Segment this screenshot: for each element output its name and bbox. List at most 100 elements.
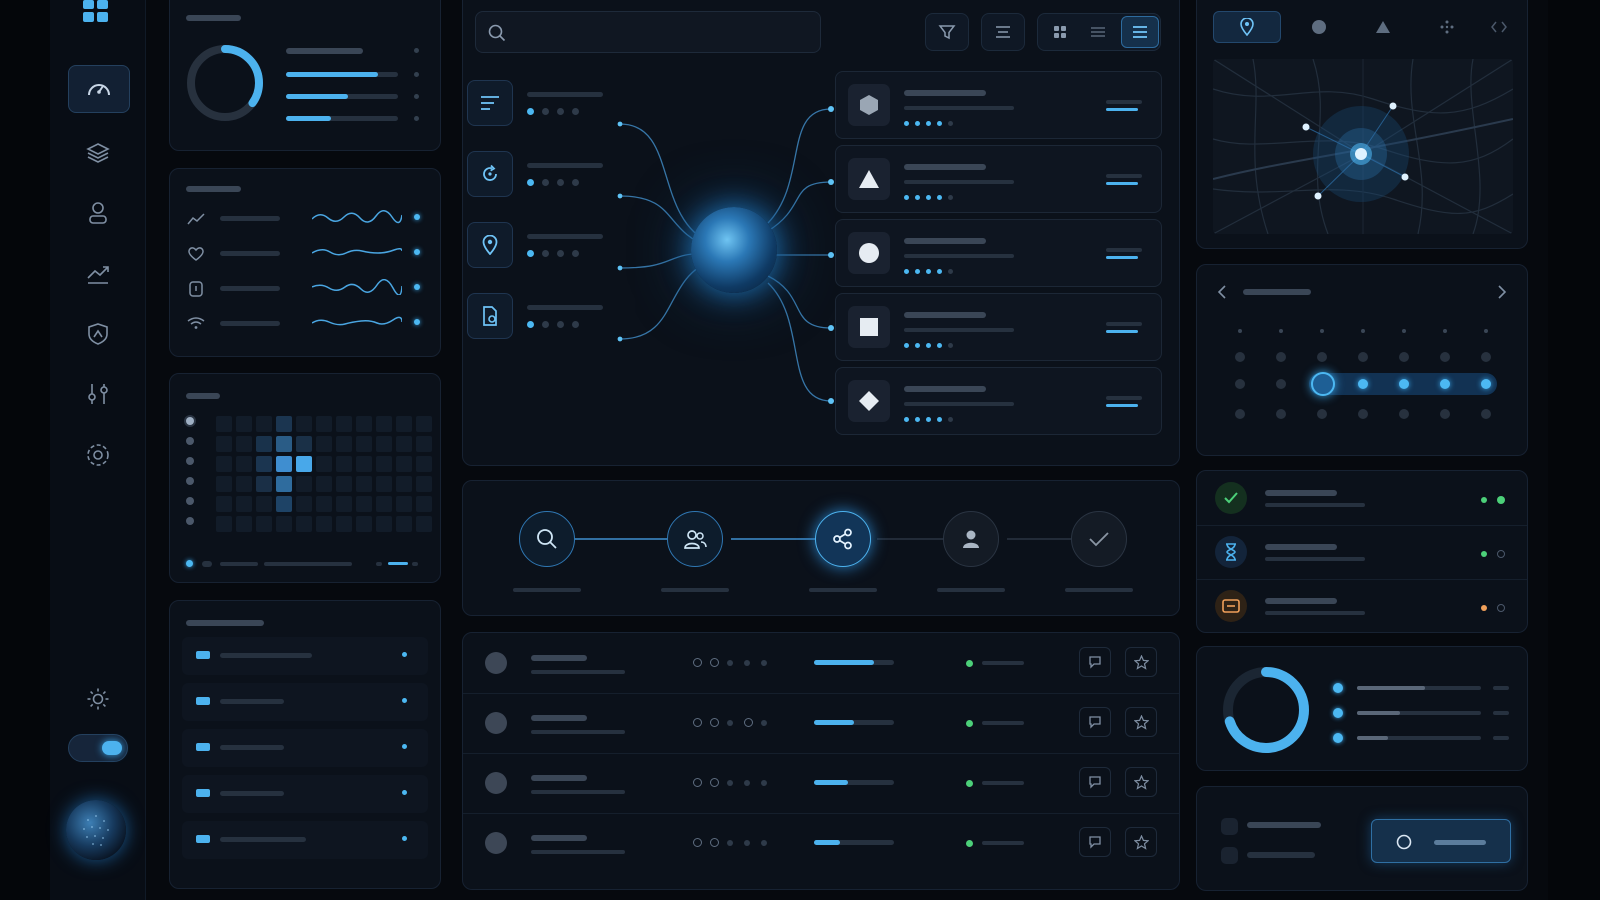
heatmap-cell — [316, 436, 332, 452]
table-row[interactable] — [463, 753, 1179, 813]
favorite-button[interactable] — [1125, 827, 1157, 857]
app-grid-logo-icon[interactable] — [81, 0, 111, 24]
heatmap-cell — [276, 436, 292, 452]
source-node-label — [527, 92, 603, 97]
heatmap-cell — [376, 496, 392, 512]
list-item[interactable] — [182, 683, 428, 721]
network-hub-orb[interactable] — [691, 207, 777, 293]
document-icon — [481, 306, 499, 326]
comment-button[interactable] — [1079, 647, 1111, 677]
target-node-card[interactable] — [835, 293, 1162, 361]
row-status-dot — [727, 780, 733, 786]
favorite-button[interactable] — [1125, 767, 1157, 797]
legend-dot — [186, 560, 193, 567]
stats-track — [1357, 711, 1481, 715]
heatmap-cell — [256, 516, 272, 532]
status-row[interactable] — [1197, 579, 1527, 633]
favorite-button[interactable] — [1125, 647, 1157, 677]
row-subtitle — [531, 670, 625, 674]
target-node-card[interactable] — [835, 219, 1162, 287]
next-arrow-icon[interactable] — [1491, 281, 1513, 303]
target-node-dot — [904, 195, 909, 200]
hourglass-icon — [1224, 543, 1238, 561]
sidebar-item-analytics[interactable] — [83, 262, 113, 288]
list-item[interactable] — [182, 637, 428, 675]
workflow-step[interactable] — [1071, 511, 1127, 567]
code-icon[interactable] — [1483, 11, 1515, 43]
timeline-dot — [1276, 409, 1286, 419]
list-item[interactable] — [182, 775, 428, 813]
progress-ring — [187, 45, 263, 121]
heatmap-cell — [396, 456, 412, 472]
workflow-step[interactable] — [519, 511, 575, 567]
target-node-meta — [1106, 396, 1142, 400]
workflow-step[interactable] — [815, 511, 871, 567]
timeline-range-handle[interactable] — [1311, 372, 1335, 396]
list-item-dot — [402, 652, 407, 657]
theme-sun-icon[interactable] — [83, 686, 113, 712]
target-node-dot — [904, 269, 909, 274]
comment-button[interactable] — [1079, 767, 1111, 797]
avatar[interactable] — [66, 800, 126, 860]
sidebar-item-security[interactable] — [83, 320, 113, 348]
target-node-card[interactable] — [835, 145, 1162, 213]
row-progress-fill — [814, 840, 840, 845]
theme-toggle[interactable] — [68, 734, 128, 762]
prev-arrow-icon[interactable] — [1211, 281, 1233, 303]
heatmap-cell — [316, 416, 332, 432]
source-node-button[interactable] — [467, 222, 513, 268]
table-row[interactable] — [463, 693, 1179, 753]
list-item-dot — [402, 790, 407, 795]
timeline-tick — [1279, 329, 1283, 333]
map-pin-tab[interactable] — [1213, 11, 1281, 43]
map-view[interactable] — [1213, 59, 1513, 234]
comment-button[interactable] — [1079, 827, 1111, 857]
target-node-meta-fill — [1106, 256, 1138, 259]
timeline-selected-dot — [1399, 379, 1409, 389]
target-node-dot — [937, 121, 942, 126]
map-sparkle-tab[interactable] — [1417, 11, 1477, 43]
sparkline — [312, 316, 402, 326]
legend-segment — [412, 562, 418, 566]
target-node-card[interactable] — [835, 367, 1162, 435]
favorite-button[interactable] — [1125, 707, 1157, 737]
target-node-card[interactable] — [835, 71, 1162, 139]
stat-track-1 — [286, 72, 398, 77]
row-status-dot — [761, 840, 767, 846]
table-row[interactable] — [463, 813, 1179, 873]
list-item[interactable] — [182, 821, 428, 859]
sidebar-item-users[interactable] — [83, 200, 113, 226]
source-node-button[interactable] — [467, 151, 513, 197]
map-triangle-tab[interactable] — [1353, 11, 1413, 43]
stat-label — [286, 48, 363, 54]
status-row[interactable] — [1197, 525, 1527, 579]
heatmap-cell — [276, 416, 292, 432]
target-node-subtitle — [904, 254, 1014, 258]
primary-action-button[interactable] — [1371, 819, 1511, 863]
source-node-button[interactable] — [467, 80, 513, 126]
sidebar-item-dashboard[interactable] — [68, 65, 130, 113]
action-dot — [1221, 847, 1238, 864]
status-row[interactable] — [1197, 471, 1527, 525]
heatmap-row-dot — [186, 477, 194, 485]
table-row[interactable] — [463, 633, 1179, 693]
action-card — [1196, 786, 1528, 891]
comment-button[interactable] — [1079, 707, 1111, 737]
heatmap-cell — [316, 516, 332, 532]
workflow-step-label — [1065, 588, 1133, 592]
sidebar-item-layers[interactable] — [83, 140, 113, 166]
sidebar-item-targets[interactable] — [83, 441, 113, 469]
metric-dot — [414, 249, 420, 255]
sidebar-item-filters[interactable] — [83, 380, 113, 408]
workflow-step[interactable] — [667, 511, 723, 567]
user-icon — [960, 528, 982, 550]
list-item[interactable] — [182, 729, 428, 767]
heatmap-cell — [396, 436, 412, 452]
row-divider — [1197, 525, 1527, 526]
target-node-dot — [948, 343, 953, 348]
heatmap-cell — [276, 456, 292, 472]
map-circle-tab[interactable] — [1289, 11, 1349, 43]
workflow-step[interactable] — [943, 511, 999, 567]
row-status-dot — [744, 840, 750, 846]
source-node-button[interactable] — [467, 293, 513, 339]
